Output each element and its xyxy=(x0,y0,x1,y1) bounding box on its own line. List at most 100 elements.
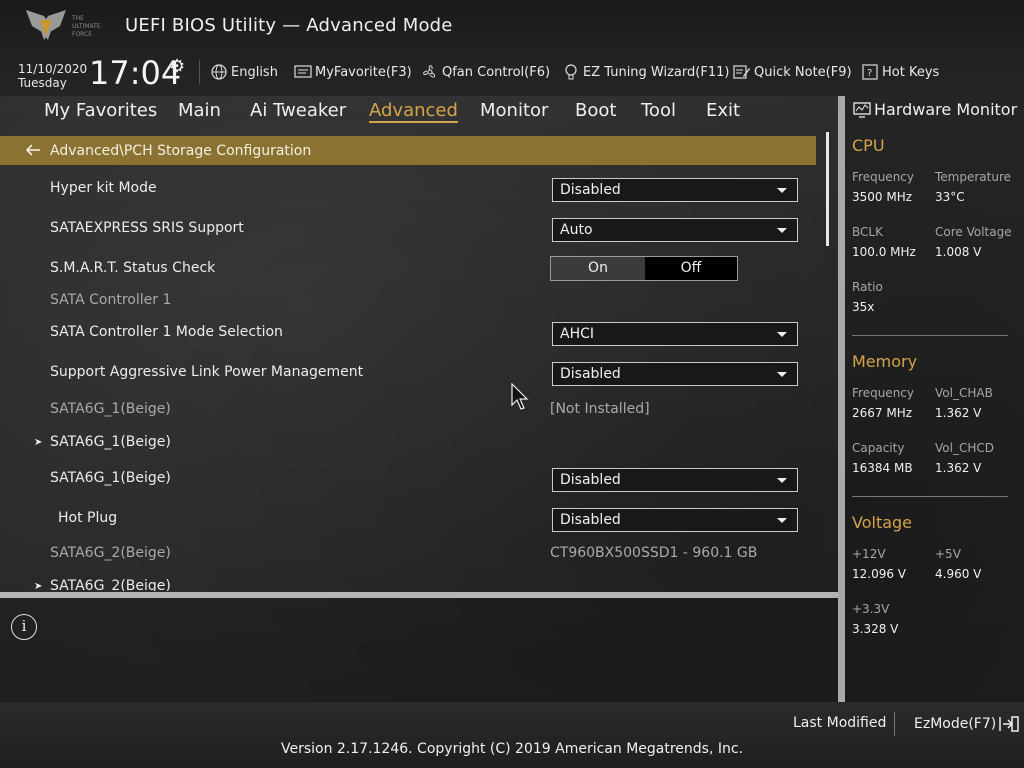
v12-label: +12V xyxy=(852,547,886,561)
ratio-value: 35x xyxy=(852,300,875,314)
info-row-sata6g-1: SATA6G_1(Beige) [Not Installed] xyxy=(0,393,816,429)
sataexpress-sris-dropdown[interactable]: Auto xyxy=(552,218,798,242)
setting-row-alpm: Support Aggressive Link Power Management… xyxy=(0,355,816,391)
lightbulb-icon xyxy=(562,63,580,81)
capacity-value: 16384 MB xyxy=(852,461,913,475)
breadcrumb-path: Advanced\PCH Storage Configuration xyxy=(50,142,312,159)
setting-label: Support Aggressive Link Power Management xyxy=(50,364,364,380)
svg-text:?: ? xyxy=(867,68,872,79)
last-modified-button[interactable]: Last Modified xyxy=(793,715,886,731)
bclk-label: BCLK xyxy=(852,225,883,239)
tab-exit[interactable]: Exit xyxy=(706,100,740,121)
language-label: English xyxy=(231,64,278,80)
hardware-monitor-title: Hardware Monitor xyxy=(853,100,1017,119)
alpm-dropdown[interactable]: Disabled xyxy=(552,362,798,386)
toggle-off-option[interactable]: Off xyxy=(645,257,737,280)
setting-label: SATA Controller 1 Mode Selection xyxy=(50,324,283,340)
port-device: CT960BX500SSD1 - 960.1 GB xyxy=(550,545,758,561)
note-pencil-icon xyxy=(733,63,751,81)
setting-label: SATAEXPRESS SRIS Support xyxy=(50,220,244,236)
vol-chab-label: Vol_CHAB xyxy=(935,386,993,400)
v33-value: 3.328 V xyxy=(852,622,899,636)
v5-label: +5V xyxy=(935,547,961,561)
core-voltage-label: Core Voltage xyxy=(935,225,1012,239)
setting-row-hot-plug: Hot Plug Disabled xyxy=(0,501,816,537)
port-label: SATA6G_1(Beige) xyxy=(50,401,171,417)
vertical-divider xyxy=(838,96,845,702)
menu-bar: My Favorites Main Ai Tweaker Advanced Mo… xyxy=(0,96,838,126)
chevron-right-icon: ➤ xyxy=(34,581,43,591)
dropdown-caret-icon xyxy=(777,188,787,193)
hot-keys-button[interactable]: ? Hot Keys xyxy=(861,62,939,82)
cpu-heading: CPU xyxy=(852,136,885,155)
quick-note-button[interactable]: Quick Note(F9) xyxy=(733,62,852,82)
clock: 17:04 xyxy=(89,54,182,92)
cpu-frequency-label: Frequency xyxy=(852,170,914,184)
sata6g-1-enable-dropdown[interactable]: Disabled xyxy=(552,468,798,492)
tab-ai-tweaker[interactable]: Ai Tweaker xyxy=(250,100,346,121)
footer-separator xyxy=(894,712,895,736)
voltage-heading: Voltage xyxy=(852,513,913,532)
breadcrumb: Advanced\PCH Storage Configuration xyxy=(0,136,816,165)
port-label: SATA6G_2(Beige) xyxy=(50,545,171,561)
tab-boot[interactable]: Boot xyxy=(575,100,616,121)
hyper-kit-mode-dropdown[interactable]: Disabled xyxy=(552,178,798,202)
ez-mode-button[interactable]: EzMode(F7) xyxy=(914,715,1020,733)
tab-advanced[interactable]: Advanced xyxy=(369,100,458,123)
sata-mode-selection-dropdown[interactable]: AHCI xyxy=(552,322,798,346)
vol-chab-value: 1.362 V xyxy=(935,406,982,420)
my-favorite-label: MyFavorite(F3) xyxy=(315,64,412,80)
app-title: UEFI BIOS Utility — Advanced Mode xyxy=(125,15,453,36)
port-status: [Not Installed] xyxy=(550,401,650,417)
tab-main[interactable]: Main xyxy=(178,100,221,121)
ez-tuning-wizard-label: EZ Tuning Wizard(F11) xyxy=(583,64,730,80)
cpu-temperature-value: 33°C xyxy=(935,190,965,204)
my-favorite-button[interactable]: MyFavorite(F3) xyxy=(294,62,412,82)
setting-row-sata6g-1-enable: SATA6G_1(Beige) Disabled xyxy=(0,461,816,497)
cpu-frequency-value: 3500 MHz xyxy=(852,190,913,204)
smart-status-toggle[interactable]: On Off xyxy=(550,256,738,281)
tab-my-favorites[interactable]: My Favorites xyxy=(44,100,157,121)
ratio-label: Ratio xyxy=(852,280,883,294)
ez-mode-label: EzMode(F7) xyxy=(914,716,997,732)
setting-row-smart-status: S.M.A.R.T. Status Check On Off xyxy=(0,251,816,287)
svg-text:THE: THE xyxy=(71,15,84,22)
language-button[interactable]: English xyxy=(210,62,278,82)
dropdown-caret-icon xyxy=(777,478,787,483)
svg-text:ULTIMATE: ULTIMATE xyxy=(72,23,101,30)
hot-plug-dropdown[interactable]: Disabled xyxy=(552,508,798,532)
tab-monitor[interactable]: Monitor xyxy=(480,100,548,121)
bclk-value: 100.0 MHz xyxy=(852,245,916,259)
toolbar-separator xyxy=(199,60,200,84)
v33-label: +3.3V xyxy=(852,602,890,616)
setting-row-sataexpress-sris: SATAEXPRESS SRIS Support Auto xyxy=(0,211,816,247)
quick-note-label: Quick Note(F9) xyxy=(754,64,852,80)
clock-settings-gear-icon[interactable]: ⚙ xyxy=(169,56,185,77)
qfan-control-label: Qfan Control(F6) xyxy=(442,64,551,80)
setting-label: Hyper kit Mode xyxy=(50,180,157,196)
tuf-logo: THE ULTIMATE FORCE xyxy=(26,10,101,40)
exit-arrow-icon xyxy=(998,715,1020,733)
mem-frequency-label: Frequency xyxy=(852,386,914,400)
submenu-sata6g-2[interactable]: ➤ SATA6G_2(Beige) xyxy=(0,571,816,591)
v5-value: 4.960 V xyxy=(935,567,982,581)
qfan-control-button[interactable]: Qfan Control(F6) xyxy=(421,62,550,82)
dropdown-caret-icon xyxy=(777,228,787,233)
setting-row-sata-mode-selection: SATA Controller 1 Mode Selection AHCI xyxy=(0,315,816,351)
back-arrow-icon[interactable] xyxy=(18,142,48,160)
mem-frequency-value: 2667 MHz xyxy=(852,406,913,420)
core-voltage-value: 1.008 V xyxy=(935,245,982,259)
fan-icon xyxy=(421,63,439,81)
settings-scrollbar[interactable] xyxy=(826,132,829,246)
toggle-on-option[interactable]: On xyxy=(551,257,645,280)
cpu-temperature-label: Temperature xyxy=(935,170,1012,184)
setting-label: Hot Plug xyxy=(58,510,118,526)
submenu-sata6g-1[interactable]: ➤ SATA6G_1(Beige) xyxy=(0,427,816,463)
info-icon: i xyxy=(11,614,37,640)
tab-tool[interactable]: Tool xyxy=(641,100,676,121)
question-box-icon: ? xyxy=(861,63,879,81)
date-display: 11/10/2020 Tuesday xyxy=(18,62,87,90)
setting-label: SATA6G_1(Beige) xyxy=(50,470,171,486)
ez-tuning-wizard-button[interactable]: EZ Tuning Wizard(F11) xyxy=(562,62,729,82)
weekday-text: Tuesday xyxy=(18,76,67,90)
